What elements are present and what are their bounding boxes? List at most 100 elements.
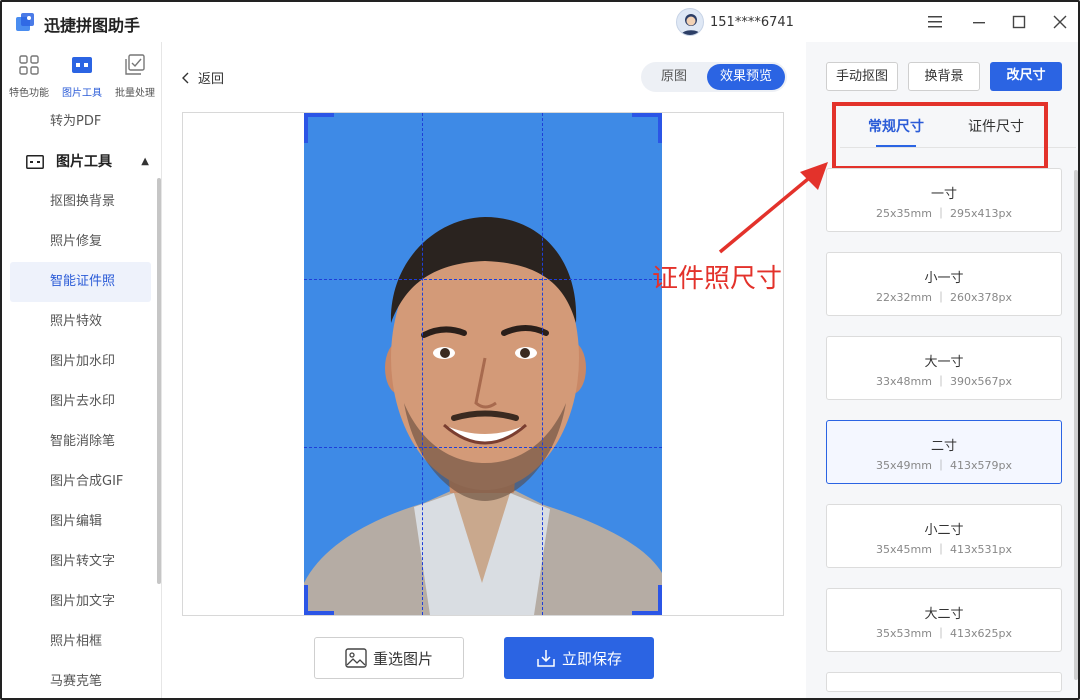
crop-handle-bottom-right[interactable] [632,585,662,615]
batch-icon [125,54,145,75]
crop-handle-bottom-left[interactable] [304,585,334,615]
sidebar-item-image-edit[interactable]: 图片编辑 [10,502,151,542]
annotation-highlight-box [832,102,1048,170]
crop-handle-top-right[interactable] [632,113,662,143]
sidebar-item-image-to-text[interactable]: 图片转文字 [10,542,151,582]
size-name: 二寸 [930,439,957,454]
save-label: 立即保存 [561,649,622,668]
size-option-card[interactable]: 大二寸 35x53mm ｜ 413x625px [826,588,1062,652]
sidebar-tab-label: 特色功能 [9,88,49,99]
id-photo-preview[interactable] [304,113,662,615]
person-photo [304,217,662,615]
sidebar-item-id-photo[interactable]: 智能证件照 [10,262,151,302]
size-spec: 33x48mm ｜ 390x567px [876,375,1012,388]
sidebar-item-label: 图片去水印 [50,394,116,409]
user-avatar-icon [680,14,702,35]
save-button[interactable]: 立即保存 [504,637,654,679]
app-logo-icon [16,13,34,31]
image-icon [345,648,367,668]
back-label: 返回 [198,72,225,87]
size-option-card-partial[interactable] [826,672,1062,692]
sidebar-item-label: 智能消除笔 [50,434,116,449]
annotation-label: 证件照尺寸 [652,264,783,294]
size-name: 小一寸 [924,271,964,286]
sidebar-item-photo-repair[interactable]: 照片修复 [10,222,151,262]
sidebar-item-label: 转为PDF [50,114,102,129]
minimize-button[interactable] [967,10,991,34]
size-option-card-selected[interactable]: 二寸 35x49mm ｜ 413x579px [826,420,1062,484]
guide-line [304,447,662,448]
change-background-button[interactable]: 换背景 [908,62,980,91]
sidebar-item-remove-watermark[interactable]: 图片去水印 [10,382,151,422]
app-window: 迅捷拼图助手 151****6741 特色功能 图片工具 批量处理 转为PDF … [0,0,1080,700]
close-icon [1053,15,1067,29]
sidebar-group-image-tools[interactable]: 图片工具 ▲ [10,142,151,182]
close-button[interactable] [1048,10,1072,34]
menu-button[interactable] [923,10,947,34]
sidebar-item-cutout[interactable]: 抠图换背景 [10,182,151,222]
sidebar-tab-features[interactable]: 特色功能 [5,54,53,99]
sidebar-tab-image-tools[interactable]: 图片工具 [58,54,106,99]
sidebar-item-mosaic[interactable]: 马赛克笔 [10,662,151,698]
hamburger-icon [928,16,942,28]
sidebar-item-gif[interactable]: 图片合成GIF [10,462,151,502]
toggle-original[interactable]: 原图 [641,62,707,92]
sidebar-item-label: 图片合成GIF [50,474,124,489]
size-spec: 22x32mm ｜ 260x378px [876,291,1012,304]
size-name: 小二寸 [924,523,964,538]
image-tool-icon [72,57,92,73]
sidebar-item-photo-frame[interactable]: 照片相框 [10,622,151,662]
chevron-up-icon: ▲ [141,156,149,167]
manual-cutout-button[interactable]: 手动抠图 [826,62,898,91]
annotation-arrow-icon [718,162,828,254]
guide-line [422,113,423,615]
size-spec: 35x53mm ｜ 413x625px [876,627,1012,640]
guide-line [304,279,662,280]
image-tool-group-icon [26,155,44,169]
resize-button[interactable]: 改尺寸 [990,62,1062,91]
size-name: 大二寸 [924,607,964,622]
toggle-preview[interactable]: 效果预览 [707,64,785,90]
sidebar-tab-label: 图片工具 [62,88,102,99]
crop-handle-top-left[interactable] [304,113,334,143]
avatar[interactable] [676,8,704,36]
sidebar-item-to-pdf[interactable]: 转为PDF [10,102,151,142]
sidebar-tab-label: 批量处理 [115,88,155,99]
size-option-card[interactable]: 大一寸 33x48mm ｜ 390x567px [826,336,1062,400]
sidebar-item-add-watermark[interactable]: 图片加水印 [10,342,151,382]
user-phone: 151****6741 [710,14,794,30]
maximize-button[interactable] [1007,10,1031,34]
app-title: 迅捷拼图助手 [44,16,141,35]
sidebar: 特色功能 图片工具 批量处理 转为PDF 图片工具 ▲ 抠图换背景 照片修复 智… [2,42,162,698]
grid-icon [19,55,39,75]
sidebar-item-label: 图片加水印 [50,354,116,369]
size-spec: 35x49mm ｜ 413x579px [876,459,1012,472]
maximize-icon [1012,15,1026,29]
right-panel-scrollbar[interactable] [1074,170,1078,680]
size-option-card[interactable]: 一寸 25x35mm ｜ 295x413px [826,168,1062,232]
sidebar-item-smart-eraser[interactable]: 智能消除笔 [10,422,151,462]
guide-line [542,113,543,615]
sidebar-item-photo-effects[interactable]: 照片特效 [10,302,151,342]
sidebar-item-label: 照片修复 [50,234,103,249]
sidebar-item-label: 照片特效 [50,314,103,329]
sidebar-group-label: 图片工具 [56,154,112,170]
sidebar-item-add-text[interactable]: 图片加文字 [10,582,151,622]
reselect-image-button[interactable]: 重选图片 [314,637,464,679]
sidebar-item-label: 图片转文字 [50,554,116,569]
sidebar-tab-batch[interactable]: 批量处理 [111,54,159,99]
reselect-label: 重选图片 [372,649,433,668]
size-option-card[interactable]: 小二寸 35x45mm ｜ 413x531px [826,504,1062,568]
sidebar-item-label: 抠图换背景 [50,194,116,209]
sidebar-item-label: 马赛克笔 [50,674,103,689]
sidebar-item-label: 照片相框 [50,634,103,649]
user-account[interactable]: 151****6741 [676,7,794,37]
sidebar-scrollbar[interactable] [157,178,161,584]
download-icon [537,650,555,667]
sidebar-top-tabs: 特色功能 图片工具 批量处理 [2,42,162,100]
sidebar-item-label: 图片编辑 [50,514,103,529]
minimize-icon [973,22,985,24]
back-button[interactable]: 返回 [180,68,224,87]
view-toggle: 原图 效果预览 [641,62,787,92]
size-option-card[interactable]: 小一寸 22x32mm ｜ 260x378px [826,252,1062,316]
